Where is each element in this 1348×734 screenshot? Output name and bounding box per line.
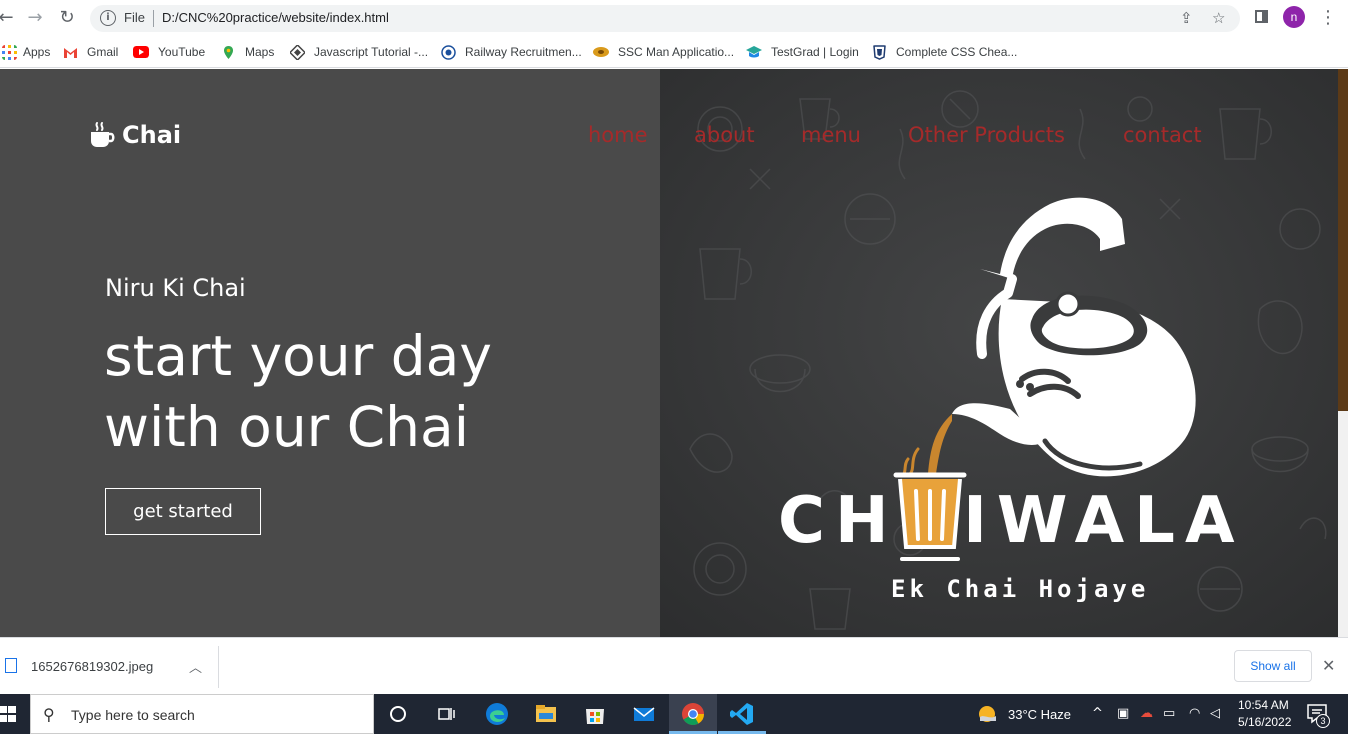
windows-taskbar: ⚲ Type here to search 33°C Haze ^ ▣ ☁ ▭ … — [0, 694, 1348, 734]
chaiwala-tagline: Ek Chai Hojaye — [891, 575, 1150, 603]
clock-date[interactable]: 5/16/2022 — [1238, 715, 1291, 729]
bookmark-testgrad[interactable]: TestGrad | Login — [746, 43, 859, 61]
hero-title: start your day with our Chai — [104, 321, 624, 463]
download-file-name[interactable]: 1652676819302.jpeg — [31, 659, 153, 674]
download-shelf: 1652676819302.jpeg ︿ Show all ✕ — [0, 637, 1348, 694]
testgrad-icon — [746, 46, 762, 58]
logo-text: Chai — [122, 121, 182, 149]
bookmark-javascript-tutorial[interactable]: Javascript Tutorial -... — [290, 43, 428, 61]
apps-grid-icon — [2, 44, 17, 60]
share-icon[interactable]: ⇪ — [1180, 9, 1193, 27]
chaiwala-wordmark: CH IWALA — [778, 484, 1245, 558]
css-shield-icon — [873, 44, 886, 60]
side-panel-icon[interactable] — [1255, 10, 1268, 23]
hero-title-line: start your day — [104, 324, 492, 388]
browser-toolbar: ← → ↻ i File D:/CNC%20practice/website/i… — [0, 0, 1348, 36]
chevron-up-icon[interactable]: ^ — [1092, 706, 1103, 721]
bookmark-label: Complete CSS Chea... — [896, 45, 1018, 59]
hero-subtitle: Niru Ki Chai — [105, 274, 246, 302]
bookmark-label: Maps — [245, 45, 275, 59]
ssc-icon — [593, 47, 609, 57]
onedrive-error-icon[interactable]: ☁ — [1140, 706, 1153, 721]
bookmark-gmail[interactable]: Gmail — [63, 43, 118, 61]
bookmark-star-icon[interactable]: ☆ — [1212, 9, 1225, 27]
shelf-divider — [218, 646, 219, 688]
bookmark-ssc[interactable]: SSC Man Applicatio... — [593, 43, 734, 61]
site-logo[interactable]: Chai — [88, 121, 181, 149]
forward-icon[interactable]: → — [25, 8, 45, 28]
search-placeholder: Type here to search — [71, 707, 195, 723]
nav-link-contact[interactable]: contact — [1123, 123, 1202, 147]
nav-link-home[interactable]: home — [588, 123, 648, 147]
weather-text[interactable]: 33°C Haze — [1008, 707, 1071, 722]
taskbar-search[interactable]: ⚲ Type here to search — [30, 694, 374, 734]
page-viewport: Chai Niru Ki Chai start your day with ou… — [0, 69, 1348, 637]
bookmark-label: YouTube — [158, 45, 206, 59]
gmail-icon — [64, 47, 77, 58]
wifi-icon[interactable]: ◠ — [1189, 706, 1200, 721]
nav-link-other-products[interactable]: Other Products — [908, 123, 1065, 147]
bookmark-apps[interactable]: Apps — [2, 43, 50, 61]
bookmark-label: Gmail — [87, 45, 119, 59]
chrome-icon[interactable] — [680, 701, 706, 727]
cortana-icon[interactable] — [385, 701, 411, 727]
bookmark-label: SSC Man Applicatio... — [618, 45, 735, 59]
bookmark-label: Railway Recruitmen... — [465, 45, 582, 59]
javascript-tutorial-icon — [290, 44, 305, 60]
coffee-cup-icon — [91, 122, 115, 147]
address-bar[interactable]: i File D:/CNC%20practice/website/index.h… — [90, 5, 1240, 32]
bookmarks-bar: Apps Gmail YouTube Maps Javascript Tutor… — [0, 36, 1348, 68]
bookmark-railway-recruitment[interactable]: Railway Recruitmen... — [441, 43, 582, 61]
url-scheme-label: File — [124, 10, 145, 25]
close-icon[interactable]: ✕ — [1322, 656, 1335, 675]
microsoft-store-icon[interactable] — [582, 701, 608, 727]
weather-sun-icon[interactable] — [976, 703, 998, 725]
image-file-icon — [5, 658, 17, 673]
battery-icon[interactable]: ▭ — [1163, 706, 1175, 721]
vscode-icon[interactable] — [729, 701, 755, 727]
notification-count-badge: 3 — [1316, 714, 1330, 728]
volume-icon[interactable]: ◁ — [1210, 706, 1220, 721]
search-icon: ⚲ — [43, 705, 55, 724]
more-menu-icon[interactable]: ⋮ — [1319, 7, 1337, 28]
meet-now-icon[interactable]: ▣ — [1117, 706, 1129, 721]
bookmark-youtube[interactable]: YouTube — [133, 43, 205, 61]
scrollbar-thumb[interactable] — [1338, 69, 1348, 411]
windows-start-icon[interactable] — [0, 706, 16, 722]
profile-avatar[interactable]: n — [1283, 6, 1305, 28]
omnibox-divider — [153, 10, 154, 27]
task-view-icon[interactable] — [433, 701, 459, 727]
hero-title-line: with our Chai — [104, 395, 470, 459]
info-icon[interactable]: i — [100, 10, 116, 26]
youtube-icon — [133, 46, 149, 58]
bookmark-label: TestGrad | Login — [771, 45, 859, 59]
bookmark-complete-css[interactable]: Complete CSS Chea... — [872, 43, 1017, 61]
hero-section: Chai Niru Ki Chai start your day with ou… — [0, 69, 660, 637]
maps-pin-icon — [224, 45, 233, 59]
railway-recruitment-icon — [441, 44, 456, 60]
chaiwala-brand-image: CH IWALA Ek Chai Hojaye — [660, 69, 1338, 637]
reload-icon[interactable]: ↻ — [57, 8, 77, 28]
chevron-up-icon[interactable]: ︿ — [189, 657, 202, 676]
show-all-button[interactable]: Show all — [1234, 650, 1312, 682]
clock-time[interactable]: 10:54 AM — [1238, 698, 1289, 712]
edge-browser-icon[interactable] — [484, 701, 510, 727]
back-icon[interactable]: ← — [0, 8, 16, 28]
bookmark-label: Apps — [23, 45, 51, 59]
nav-link-about[interactable]: about — [694, 123, 755, 147]
mail-icon[interactable] — [631, 701, 657, 727]
url-text[interactable]: D:/CNC%20practice/website/index.html — [162, 10, 389, 25]
file-explorer-icon[interactable] — [533, 701, 559, 727]
get-started-button[interactable]: get started — [105, 488, 261, 535]
nav-link-menu[interactable]: menu — [801, 123, 861, 147]
bookmark-maps[interactable]: Maps — [221, 43, 274, 61]
bookmark-label: Javascript Tutorial -... — [314, 45, 429, 59]
